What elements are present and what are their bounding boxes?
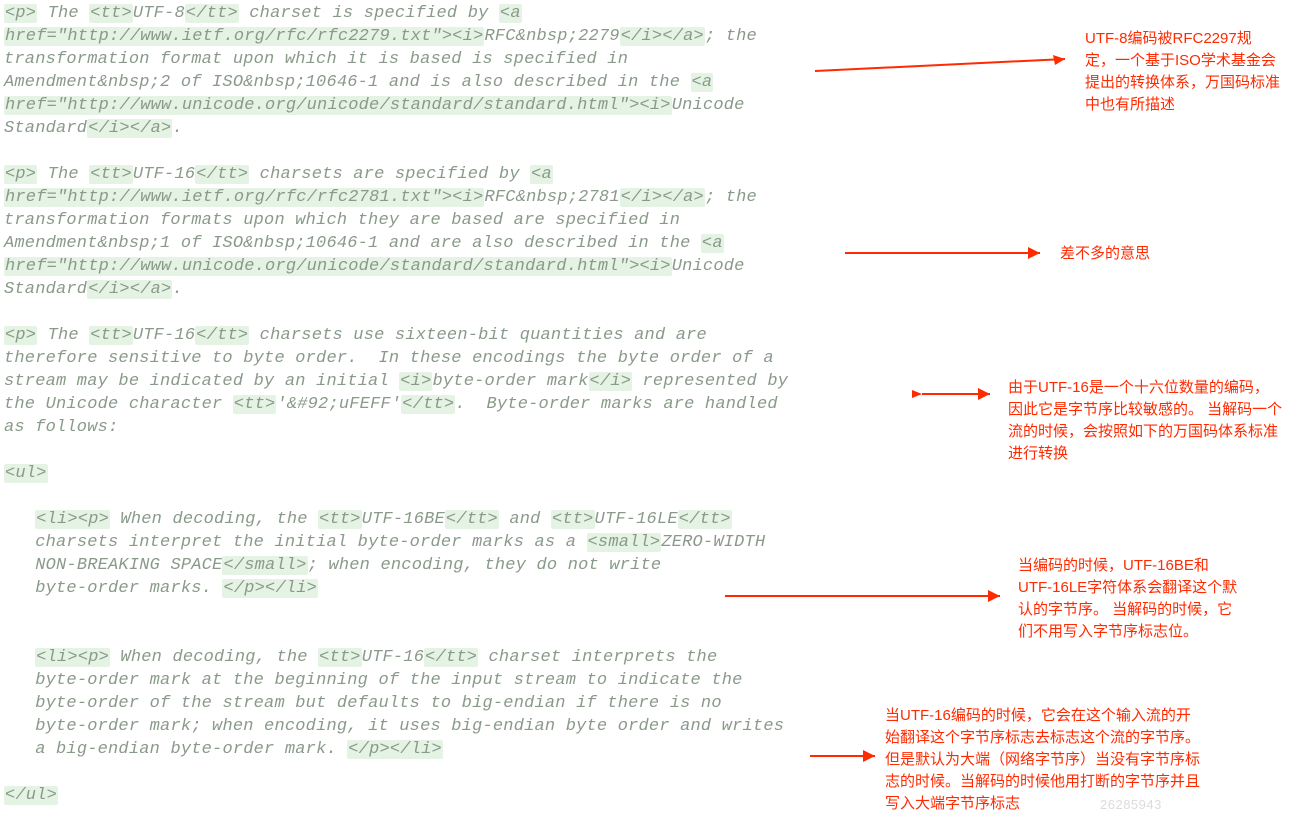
tag-i: <i> xyxy=(399,372,432,391)
annotation-2: 差不多的意思 xyxy=(1060,243,1260,265)
watermark-text: 26285943 xyxy=(1100,797,1162,812)
tag-a-href: href="http://www.unicode.org/unicode/sta… xyxy=(4,257,672,276)
annotation-4: 当编码的时候，UTF-16BE和UTF-16LE字符体系会翻译这个默认的字节序。… xyxy=(1018,555,1238,643)
annotation-3: 由于UTF-16是一个十六位数量的编码，因此它是字节序比较敏感的。 当解码一个流… xyxy=(1008,377,1283,465)
tag-small-close: </small> xyxy=(222,556,307,575)
tag-tt-close: </tt> xyxy=(678,510,732,529)
tag-tt-close: </tt> xyxy=(195,326,249,345)
tag-li-p: <li><p> xyxy=(35,510,110,529)
tag-ul-close: </ul> xyxy=(4,786,58,805)
tag-i-a-close: </i></a> xyxy=(87,280,172,299)
tag-small: <small> xyxy=(587,533,662,552)
tag-i-a-close: </i></a> xyxy=(620,188,705,207)
tag-li-p: <li><p> xyxy=(35,648,110,667)
annotation-1: UTF-8编码被RFC2297规定，一个基于ISO学术基金会提出的转换体系，万国… xyxy=(1085,28,1280,116)
tag-a: <a xyxy=(499,4,522,23)
tag-tt: <tt> xyxy=(89,326,133,345)
tag-tt: <tt> xyxy=(318,648,362,667)
tag-tt-close: </tt> xyxy=(185,4,239,23)
tag-a-href: href="http://www.ietf.org/rfc/rfc2781.tx… xyxy=(4,188,484,207)
tag-tt: <tt> xyxy=(89,165,133,184)
tag-p: <p> xyxy=(4,4,37,23)
tag-i-a-close: </i></a> xyxy=(87,119,172,138)
tag-tt: <tt> xyxy=(233,395,277,414)
tag-tt: <tt> xyxy=(551,510,595,529)
tag-tt-close: </tt> xyxy=(401,395,455,414)
tag-a-href: href="http://www.ietf.org/rfc/rfc2279.tx… xyxy=(4,27,484,46)
tag-p-li-close: </p></li> xyxy=(347,740,443,759)
tag-tt: <tt> xyxy=(318,510,362,529)
tag-a-href: href="http://www.unicode.org/unicode/sta… xyxy=(4,96,672,115)
tag-a: <a xyxy=(701,234,724,253)
code-text-block: <p> The <tt>UTF-8</tt> charset is specif… xyxy=(0,0,874,807)
tag-p: <p> xyxy=(4,326,37,345)
tag-a: <a xyxy=(691,73,714,92)
tag-i-a-close: </i></a> xyxy=(620,27,705,46)
tag-p: <p> xyxy=(4,165,37,184)
tag-tt-close: </tt> xyxy=(445,510,499,529)
arrow-3 xyxy=(910,385,1000,403)
tag-ul: <ul> xyxy=(4,464,48,483)
tag-p-li-close: </p></li> xyxy=(222,579,318,598)
tag-tt-close: </tt> xyxy=(424,648,478,667)
tag-tt: <tt> xyxy=(89,4,133,23)
tag-tt-close: </tt> xyxy=(195,165,249,184)
tag-a: <a xyxy=(530,165,553,184)
tag-i-close: </i> xyxy=(589,372,633,391)
